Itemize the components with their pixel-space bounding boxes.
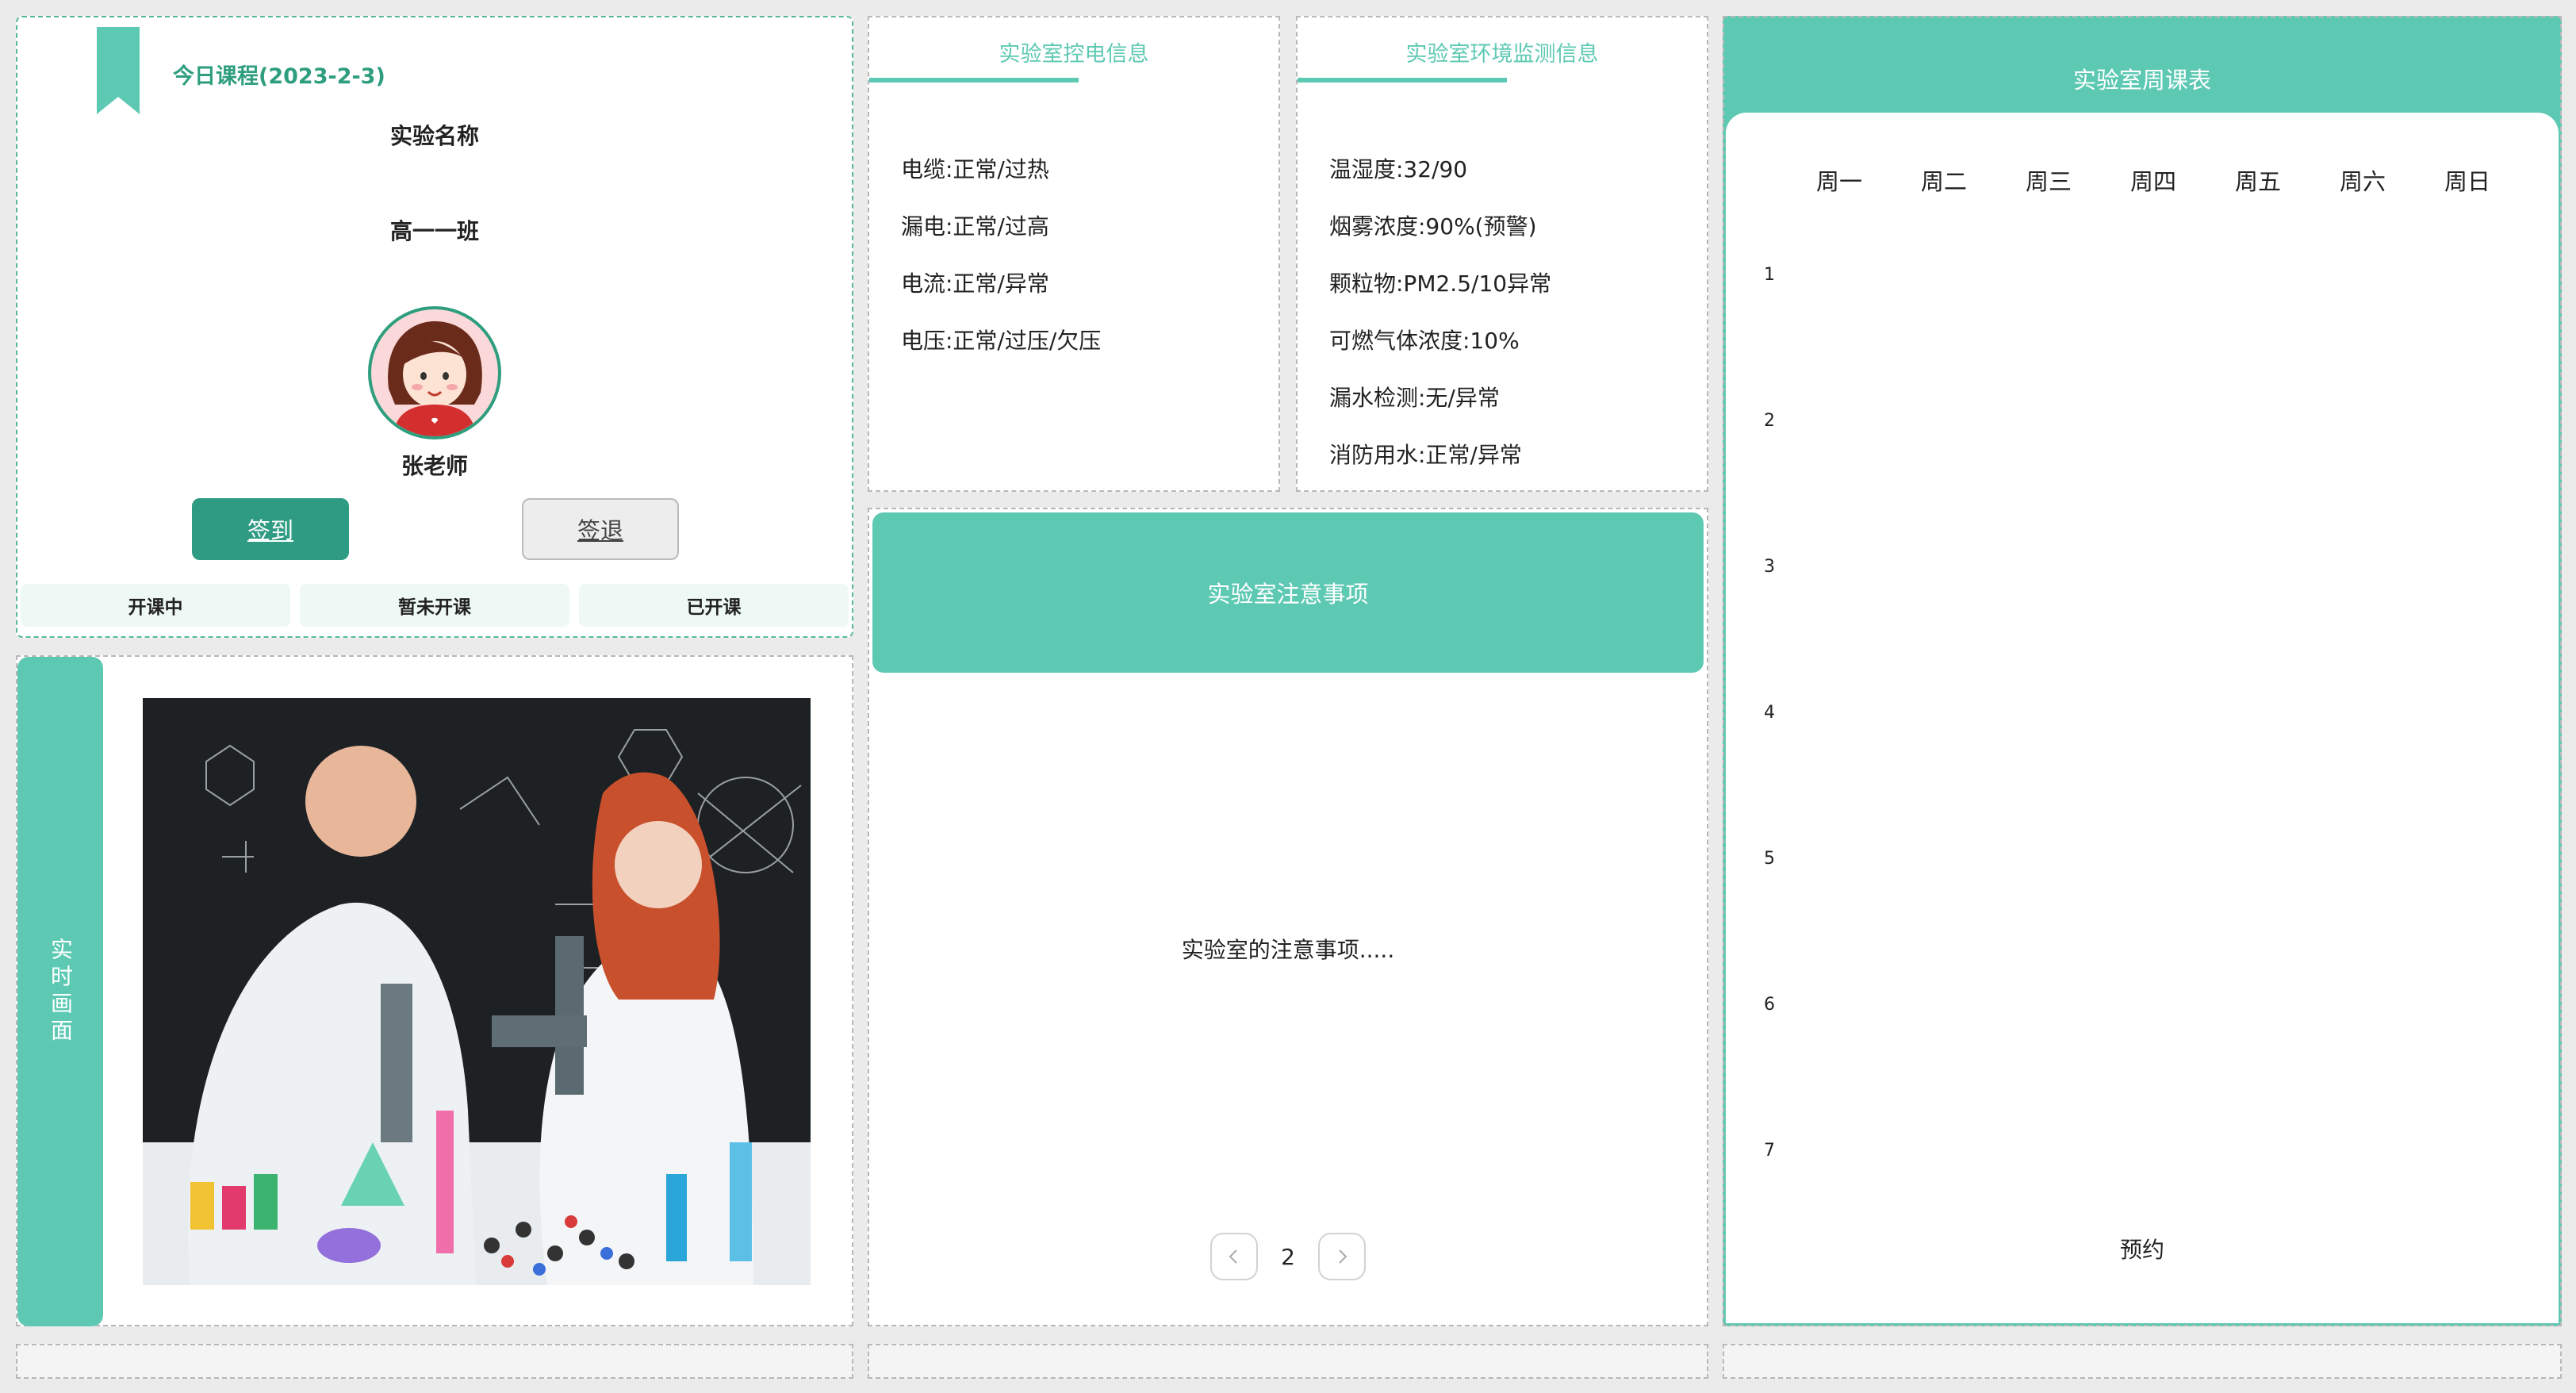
period-label: 6 bbox=[1764, 995, 1775, 1015]
list-item: 电缆:正常/过热 bbox=[901, 156, 1049, 182]
bottom-strip-middle bbox=[868, 1344, 1708, 1379]
status-started[interactable]: 已开课 bbox=[579, 584, 849, 627]
list-item: 电流:正常/异常 bbox=[901, 271, 1049, 297]
period-label: 4 bbox=[1764, 703, 1775, 723]
environment-panel-title[interactable]: 实验室环境监测信息 bbox=[1298, 36, 1707, 67]
next-page-button[interactable] bbox=[1318, 1233, 1366, 1280]
schedule-title: 实验室周课表 bbox=[2072, 67, 2211, 94]
period-label: 5 bbox=[1764, 849, 1775, 869]
environment-monitor-panel: 实验室环境监测信息 温湿度:32/90 烟雾浓度:90%(预警) 颗粒物:PM2… bbox=[1296, 16, 1708, 492]
weekly-schedule-panel: 实验室周课表 周一 周二 周三 周四 周五 周六 周日 1 2 3 4 5 6 … bbox=[1723, 16, 2562, 1326]
notes-header: 实验室注意事项 bbox=[872, 512, 1704, 673]
checkout-button[interactable]: 签退 bbox=[522, 498, 679, 560]
chevron-right-icon bbox=[1339, 1249, 1347, 1264]
power-control-panel: 实验室控电信息 电缆:正常/过热 漏电:正常/过高 电流:正常/异常 电压:正常… bbox=[868, 16, 1280, 492]
pagination: 2 bbox=[869, 1233, 1707, 1280]
chevron-left-icon bbox=[1229, 1249, 1237, 1264]
list-item: 电压:正常/过压/欠压 bbox=[901, 328, 1102, 354]
day-header: 周二 bbox=[1921, 168, 1968, 195]
period-label: 3 bbox=[1764, 557, 1775, 577]
teacher-avatar bbox=[368, 306, 501, 439]
power-info-list: 电缆:正常/过热 漏电:正常/过高 电流:正常/异常 电压:正常/过压/欠压 bbox=[901, 154, 1101, 382]
lab-camera-image bbox=[143, 698, 811, 1285]
live-view-tab[interactable]: 实时画面 bbox=[17, 657, 103, 1326]
notes-panel: 实验室注意事项 实验室的注意事项..... 2 bbox=[868, 508, 1708, 1326]
course-title: 今日课程(2023-2-3) bbox=[173, 64, 385, 89]
current-page: 2 bbox=[1281, 1243, 1295, 1270]
day-header: 周三 bbox=[2026, 168, 2072, 195]
status-not-started[interactable]: 暂未开课 bbox=[300, 584, 569, 627]
day-header: 周六 bbox=[2340, 168, 2386, 195]
class-name: 高一一班 bbox=[389, 218, 479, 244]
list-item: 烟雾浓度:90%(预警) bbox=[1329, 213, 1537, 240]
today-course-panel: 今日课程(2023-2-3) 实验名称 高一一班 张老师 签到 签退 开课中 暂… bbox=[16, 16, 853, 638]
day-header: 周一 bbox=[1816, 168, 1863, 195]
checkin-button[interactable]: 签到 bbox=[192, 498, 349, 560]
period-label: 7 bbox=[1764, 1141, 1775, 1161]
live-view-panel: 实时画面 bbox=[16, 655, 853, 1326]
experiment-name: 实验名称 bbox=[389, 123, 479, 149]
power-panel-title[interactable]: 实验室控电信息 bbox=[869, 36, 1278, 67]
notes-text: 实验室的注意事项..... bbox=[1181, 937, 1395, 963]
teacher-name: 张老师 bbox=[401, 453, 468, 479]
list-item: 消防用水:正常/异常 bbox=[1329, 442, 1522, 468]
environment-info-list: 温湿度:32/90 烟雾浓度:90%(预警) 颗粒物:PM2.5/10异常 可燃… bbox=[1329, 154, 1551, 497]
bookmark-icon bbox=[97, 27, 140, 114]
period-label: 1 bbox=[1764, 265, 1775, 285]
day-header: 周四 bbox=[2130, 168, 2177, 195]
list-item: 颗粒物:PM2.5/10异常 bbox=[1329, 271, 1552, 297]
bottom-strip-left bbox=[16, 1344, 853, 1379]
bottom-strip-right bbox=[1723, 1344, 2562, 1379]
list-item: 漏水检测:无/异常 bbox=[1329, 385, 1500, 411]
day-header: 周日 bbox=[2444, 168, 2491, 195]
list-item: 温湿度:32/90 bbox=[1329, 156, 1468, 182]
day-header: 周五 bbox=[2235, 168, 2282, 195]
schedule-body: 周一 周二 周三 周四 周五 周六 周日 1 2 3 4 5 6 7 预约 bbox=[1726, 113, 2559, 1323]
period-label: 2 bbox=[1764, 411, 1775, 431]
list-item: 漏电:正常/过高 bbox=[901, 213, 1049, 240]
tab-underline bbox=[869, 78, 1079, 83]
reserve-button[interactable]: 预约 bbox=[1726, 1233, 2559, 1264]
status-in-session[interactable]: 开课中 bbox=[21, 584, 290, 627]
tab-underline bbox=[1298, 78, 1507, 83]
prev-page-button[interactable] bbox=[1210, 1233, 1258, 1280]
list-item: 可燃气体浓度:10% bbox=[1329, 328, 1520, 354]
live-view-label: 实时画面 bbox=[48, 938, 74, 1046]
